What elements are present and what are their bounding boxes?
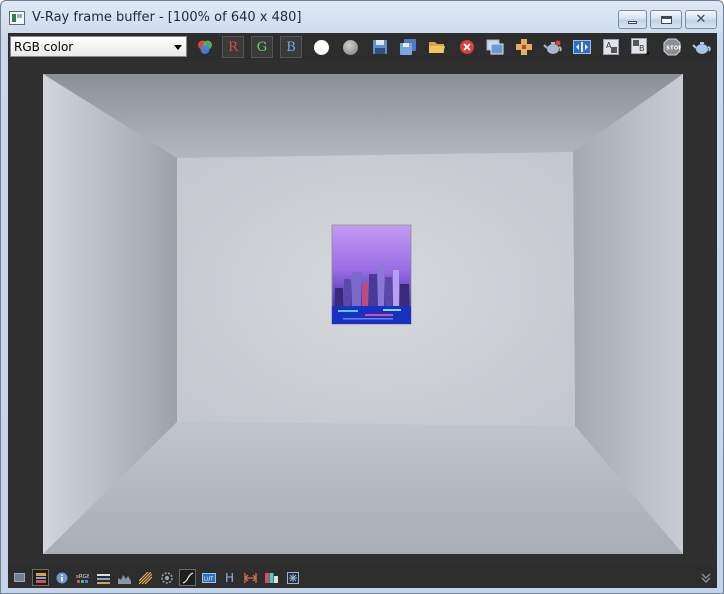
lut-button[interactable]: sRGB bbox=[74, 569, 91, 586]
channel-select-value: RGB color bbox=[14, 40, 74, 54]
stripes-icon bbox=[139, 571, 152, 584]
hue-button[interactable]: H bbox=[221, 569, 238, 586]
open-image-button[interactable] bbox=[426, 36, 448, 58]
layers-button[interactable] bbox=[32, 569, 49, 586]
vray-app-icon bbox=[9, 11, 25, 25]
history-a-button[interactable]: A bbox=[600, 36, 622, 58]
display-color-icon bbox=[198, 40, 212, 54]
maximize-button[interactable] bbox=[650, 10, 682, 29]
film-icon: LUT bbox=[201, 572, 216, 583]
svg-text:LUT: LUT bbox=[204, 576, 214, 582]
close-button[interactable]: ✕ bbox=[685, 10, 717, 29]
display-icon bbox=[14, 573, 25, 582]
curve-button[interactable] bbox=[179, 569, 196, 586]
chevron-down-double-icon bbox=[701, 573, 710, 583]
white-dot-button[interactable] bbox=[310, 36, 332, 58]
save-image-button[interactable] bbox=[369, 36, 391, 58]
chevron-down-icon bbox=[174, 45, 182, 50]
display-color-button[interactable] bbox=[194, 36, 216, 58]
info-button[interactable] bbox=[53, 569, 70, 586]
histogram-button[interactable] bbox=[116, 569, 133, 586]
minimize-icon bbox=[628, 21, 637, 24]
title-bar[interactable]: V-Ray frame buffer - [100% of 640 x 480]… bbox=[1, 1, 723, 35]
last-render-teapot-button[interactable] bbox=[691, 36, 713, 58]
svg-text:STOP: STOP bbox=[666, 46, 681, 52]
stereo-icon bbox=[244, 572, 257, 583]
color-balance-icon bbox=[265, 572, 278, 583]
gray-dot-icon bbox=[342, 39, 358, 55]
maximize-icon bbox=[660, 15, 672, 24]
layers-icon bbox=[35, 572, 46, 583]
clear-image-icon bbox=[460, 40, 474, 54]
track-mouse-icon bbox=[516, 39, 532, 55]
rendered-image[interactable] bbox=[43, 74, 683, 554]
lens-icon bbox=[160, 571, 173, 584]
duplicate-to-frame-buffer-icon bbox=[486, 39, 504, 55]
lut-icon: sRGB bbox=[76, 574, 89, 583]
render-teapot-icon bbox=[543, 40, 562, 54]
expand-panel-button[interactable] bbox=[697, 569, 714, 586]
blue-channel-button[interactable]: B bbox=[280, 36, 302, 58]
levels-icon bbox=[97, 573, 110, 584]
save-all-icon bbox=[400, 39, 416, 55]
green-channel-button[interactable]: G bbox=[251, 36, 273, 58]
lens-effects-button[interactable] bbox=[158, 569, 175, 586]
save-image-icon bbox=[373, 40, 387, 54]
curve-icon bbox=[182, 571, 193, 584]
main-toolbar: RGB color R G B A B STOP bbox=[8, 33, 717, 60]
save-all-button[interactable] bbox=[397, 36, 419, 58]
sparkle-button[interactable] bbox=[284, 569, 301, 586]
white-dot-icon bbox=[313, 39, 329, 55]
sparkle-icon bbox=[286, 571, 299, 584]
stripes-button[interactable] bbox=[137, 569, 154, 586]
history-b-button[interactable]: B bbox=[629, 36, 651, 58]
history-b-icon: B bbox=[631, 38, 649, 55]
compare-ab-icon bbox=[573, 40, 591, 54]
bottom-toolbar: sRGB LUT H bbox=[8, 566, 717, 588]
compare-ab-button[interactable] bbox=[571, 36, 593, 58]
render-room-scene bbox=[43, 74, 683, 554]
render-teapot-button[interactable] bbox=[542, 36, 564, 58]
vray-frame-buffer-window: V-Ray frame buffer - [100% of 640 x 480]… bbox=[0, 0, 724, 594]
stereo-button[interactable] bbox=[242, 569, 259, 586]
gray-dot-button[interactable] bbox=[339, 36, 361, 58]
display-button[interactable] bbox=[11, 569, 28, 586]
duplicate-to-frame-buffer-button[interactable] bbox=[484, 36, 506, 58]
minimize-button[interactable] bbox=[618, 10, 647, 29]
info-icon bbox=[56, 572, 67, 583]
clear-image-button[interactable] bbox=[456, 36, 478, 58]
color-balance-button[interactable] bbox=[263, 569, 280, 586]
channel-select[interactable]: RGB color bbox=[10, 36, 187, 57]
last-render-teapot-icon bbox=[692, 42, 711, 54]
stop-render-icon: STOP bbox=[663, 38, 681, 56]
history-a-icon: A bbox=[603, 39, 619, 55]
svg-text:sRGB: sRGB bbox=[76, 574, 89, 580]
red-channel-button[interactable]: R bbox=[222, 36, 244, 58]
stop-render-button[interactable]: STOP bbox=[661, 36, 683, 58]
track-mouse-button[interactable] bbox=[513, 36, 535, 58]
close-icon: ✕ bbox=[695, 12, 707, 27]
frame-buffer-viewport[interactable] bbox=[8, 60, 717, 566]
histogram-icon bbox=[118, 574, 131, 584]
levels-button[interactable] bbox=[95, 569, 112, 586]
framed-city-picture bbox=[331, 224, 412, 325]
open-image-icon bbox=[429, 42, 445, 53]
svg-text:B: B bbox=[639, 44, 645, 53]
film-button[interactable]: LUT bbox=[200, 569, 217, 586]
window-title: V-Ray frame buffer - [100% of 640 x 480] bbox=[32, 10, 302, 25]
